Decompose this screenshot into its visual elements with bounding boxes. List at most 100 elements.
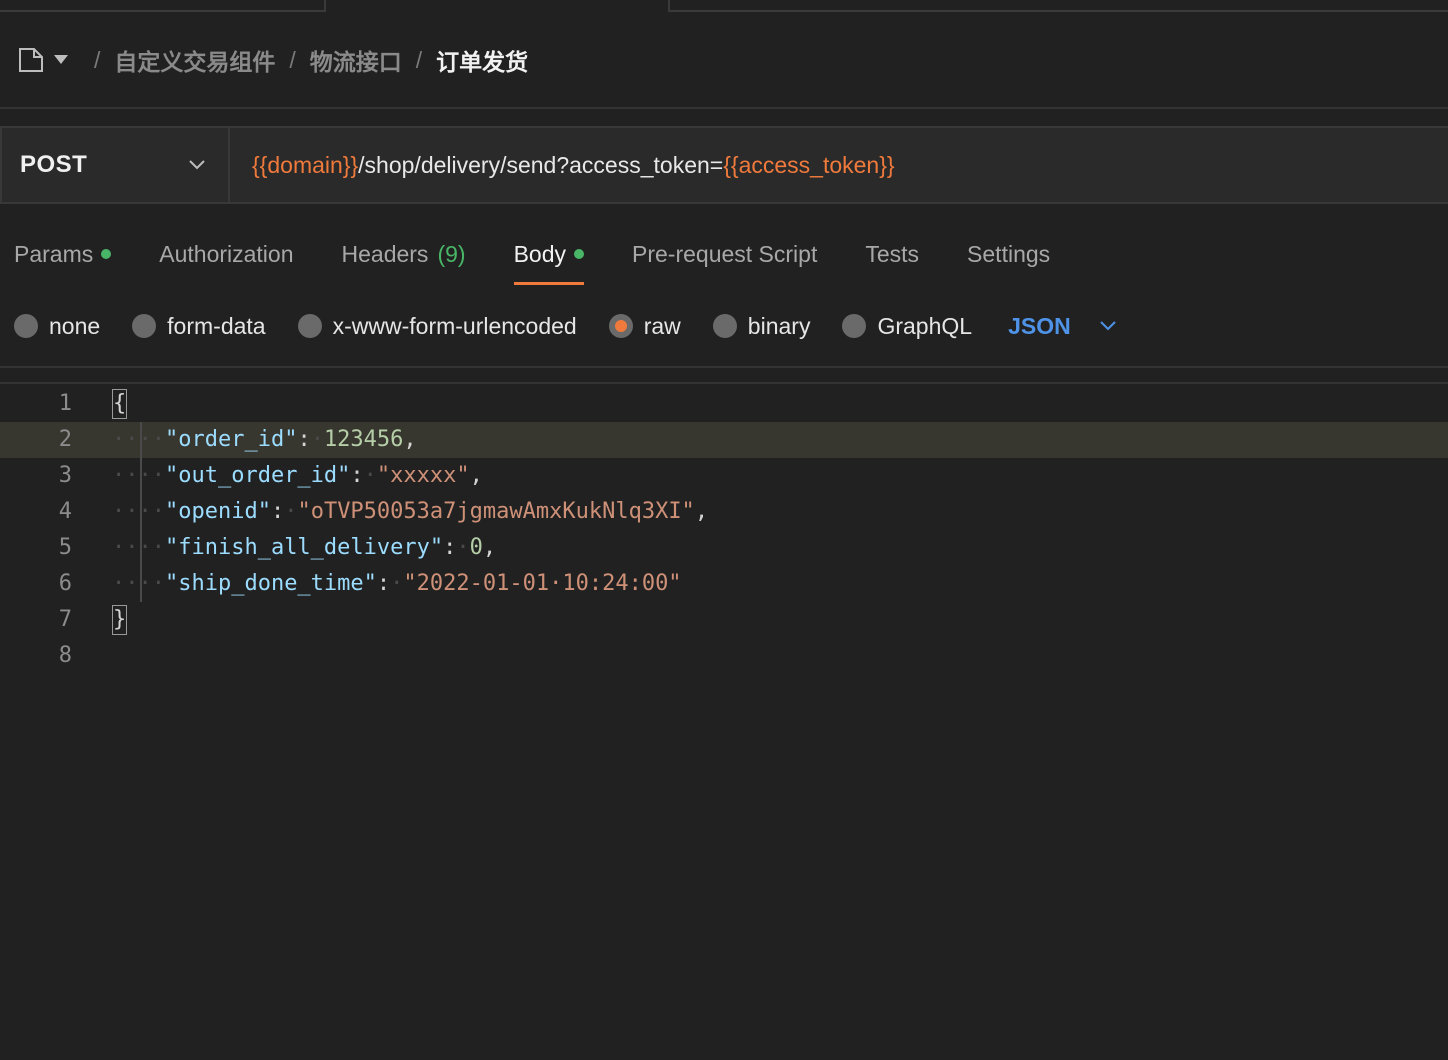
code-line[interactable]: 8 (0, 638, 1448, 674)
radio-button[interactable] (712, 314, 737, 338)
breadcrumb-separator: / (94, 46, 101, 73)
code-line[interactable]: 4 ····"openid":·"oTVP50053a7jgmawAmxKukNl… (0, 494, 1448, 530)
tab-tests[interactable]: Tests (865, 228, 919, 280)
code-token: "out_order_id" (164, 463, 351, 488)
body-type-label: x-www-form-urlencoded (332, 312, 577, 339)
chevron-down-icon (1099, 321, 1116, 331)
tab-headers[interactable]: Headers (9) (342, 228, 466, 280)
code-token: , (694, 499, 709, 524)
code-token: · (284, 499, 298, 524)
code-line[interactable]: 6 ····"ship_done_time":·"2022-01-01·10:24… (0, 566, 1448, 602)
code-content: ····"ship_done_time":·"2022-01-01·10:24:… (112, 566, 682, 602)
whitespace-marker: ···· (112, 427, 165, 452)
body-type-binary[interactable]: binary (712, 313, 810, 340)
radio-button-selected[interactable] (608, 314, 633, 338)
code-token: "ship_done_time" (164, 571, 377, 596)
tab-params[interactable]: Params (14, 228, 112, 280)
code-line[interactable]: 5 ····"finish_all_delivery":·0, (0, 530, 1448, 566)
method-select[interactable]: POST (2, 128, 230, 202)
code-content: { (112, 386, 128, 422)
status-dot (101, 249, 112, 259)
tab-active[interactable] (326, 0, 666, 12)
line-number: 5 (58, 535, 72, 560)
divider (0, 382, 1448, 384)
body-type-none[interactable]: none (14, 313, 100, 340)
tab-body[interactable]: Body (513, 228, 585, 285)
tab-next[interactable] (668, 0, 1448, 12)
code-token: "openid" (164, 499, 271, 524)
code-line[interactable]: 7} (0, 602, 1448, 638)
whitespace-marker: ···· (112, 535, 165, 560)
body-type-options: none form-data x-www-form-urlencoded raw… (14, 306, 1117, 346)
url-path: /shop/delivery/send?access_token= (358, 151, 724, 178)
body-type-label: form-data (167, 312, 266, 339)
radio-button[interactable] (14, 314, 38, 338)
tab-pre-request-script[interactable]: Pre-request Script (632, 228, 817, 280)
code-content: ····"order_id":·123456, (112, 422, 417, 458)
code-token: "oTVP50053a7jgmawAmxKukNlq3XI" (297, 499, 695, 524)
breadcrumb-item-collection[interactable]: 自定义交易组件 (114, 43, 275, 77)
line-number: 6 (58, 571, 72, 596)
url-variable-domain: {{domain}} (252, 151, 359, 178)
radio-button[interactable] (132, 314, 157, 338)
body-type-label: GraphQL (877, 312, 973, 339)
divider (0, 107, 1448, 109)
code-line[interactable]: 3 ····"out_order_id":·"xxxxx", (0, 458, 1448, 494)
tab-label: Tests (865, 240, 920, 267)
url-input[interactable]: {{domain}} /shop/delivery/send?access_to… (230, 128, 895, 202)
tab-label: Headers (341, 240, 429, 267)
breadcrumb-separator: / (289, 46, 296, 73)
line-number: 2 (58, 427, 72, 452)
code-token: "xxxxx" (376, 463, 470, 488)
body-type-label: none (49, 312, 101, 339)
code-token: · (310, 427, 324, 452)
code-content: ····"openid":·"oTVP50053a7jgmawAmxKukNlq… (112, 494, 708, 530)
breadcrumb: / 自定义交易组件 / 物流接口 / 订单发货 (18, 38, 528, 82)
code-token: : (270, 499, 285, 524)
breadcrumb-item-folder[interactable]: 物流接口 (310, 43, 402, 77)
code-line[interactable]: 1{ (0, 386, 1448, 422)
code-token: } (112, 605, 128, 635)
code-token: · (456, 535, 470, 560)
url-variable-access-token: {{access_token}} (723, 151, 895, 178)
radio-button[interactable] (842, 314, 867, 338)
status-dot (574, 249, 584, 259)
headers-count: (9) (437, 240, 466, 267)
tab-label: Body (513, 240, 566, 267)
code-token: , (403, 427, 417, 452)
tab-settings[interactable]: Settings (967, 228, 1050, 280)
chevron-down-icon[interactable] (54, 55, 68, 65)
code-editor[interactable]: 1{2 ····"order_id":·123456, 3 ····"out_orde… (0, 386, 1448, 674)
body-type-graphql[interactable]: GraphQL (842, 313, 972, 340)
chevron-down-icon (189, 160, 205, 170)
code-token: · (390, 571, 404, 596)
tab-label: Settings (967, 240, 1051, 267)
tab-label: Authorization (159, 240, 294, 267)
tab-label: Params (14, 240, 94, 267)
code-line[interactable]: 2 ····"order_id":·123456, (0, 422, 1448, 458)
tab-prev[interactable] (0, 0, 326, 12)
body-type-label: raw (643, 312, 681, 339)
line-number: 1 (58, 391, 72, 416)
line-number: 7 (58, 607, 72, 632)
code-token: : (443, 535, 457, 560)
request-bar: POST {{domain}} /shop/delivery/send?acce… (0, 126, 1448, 204)
whitespace-marker: ···· (112, 571, 165, 596)
language-label: JSON (1008, 312, 1071, 339)
body-type-raw[interactable]: raw (608, 312, 681, 340)
body-type-form-data[interactable]: form-data (132, 312, 266, 340)
divider (0, 366, 1448, 368)
code-token: "finish_all_delivery" (164, 535, 444, 560)
language-select[interactable]: JSON (1008, 313, 1117, 340)
code-token: , (469, 463, 483, 488)
body-type-urlencoded[interactable]: x-www-form-urlencoded (297, 312, 577, 340)
document-icon[interactable] (18, 47, 44, 73)
code-content: } (112, 602, 128, 638)
breadcrumb-current[interactable]: 订单发货 (436, 43, 528, 77)
tab-authorization[interactable]: Authorization (159, 228, 293, 280)
method-label: POST (20, 151, 88, 178)
breadcrumb-separator: / (415, 46, 423, 73)
code-content: ····"finish_all_delivery":·0, (112, 530, 496, 566)
code-token: "2022-01-01·10:24:00" (403, 571, 682, 596)
radio-button[interactable] (297, 314, 322, 338)
